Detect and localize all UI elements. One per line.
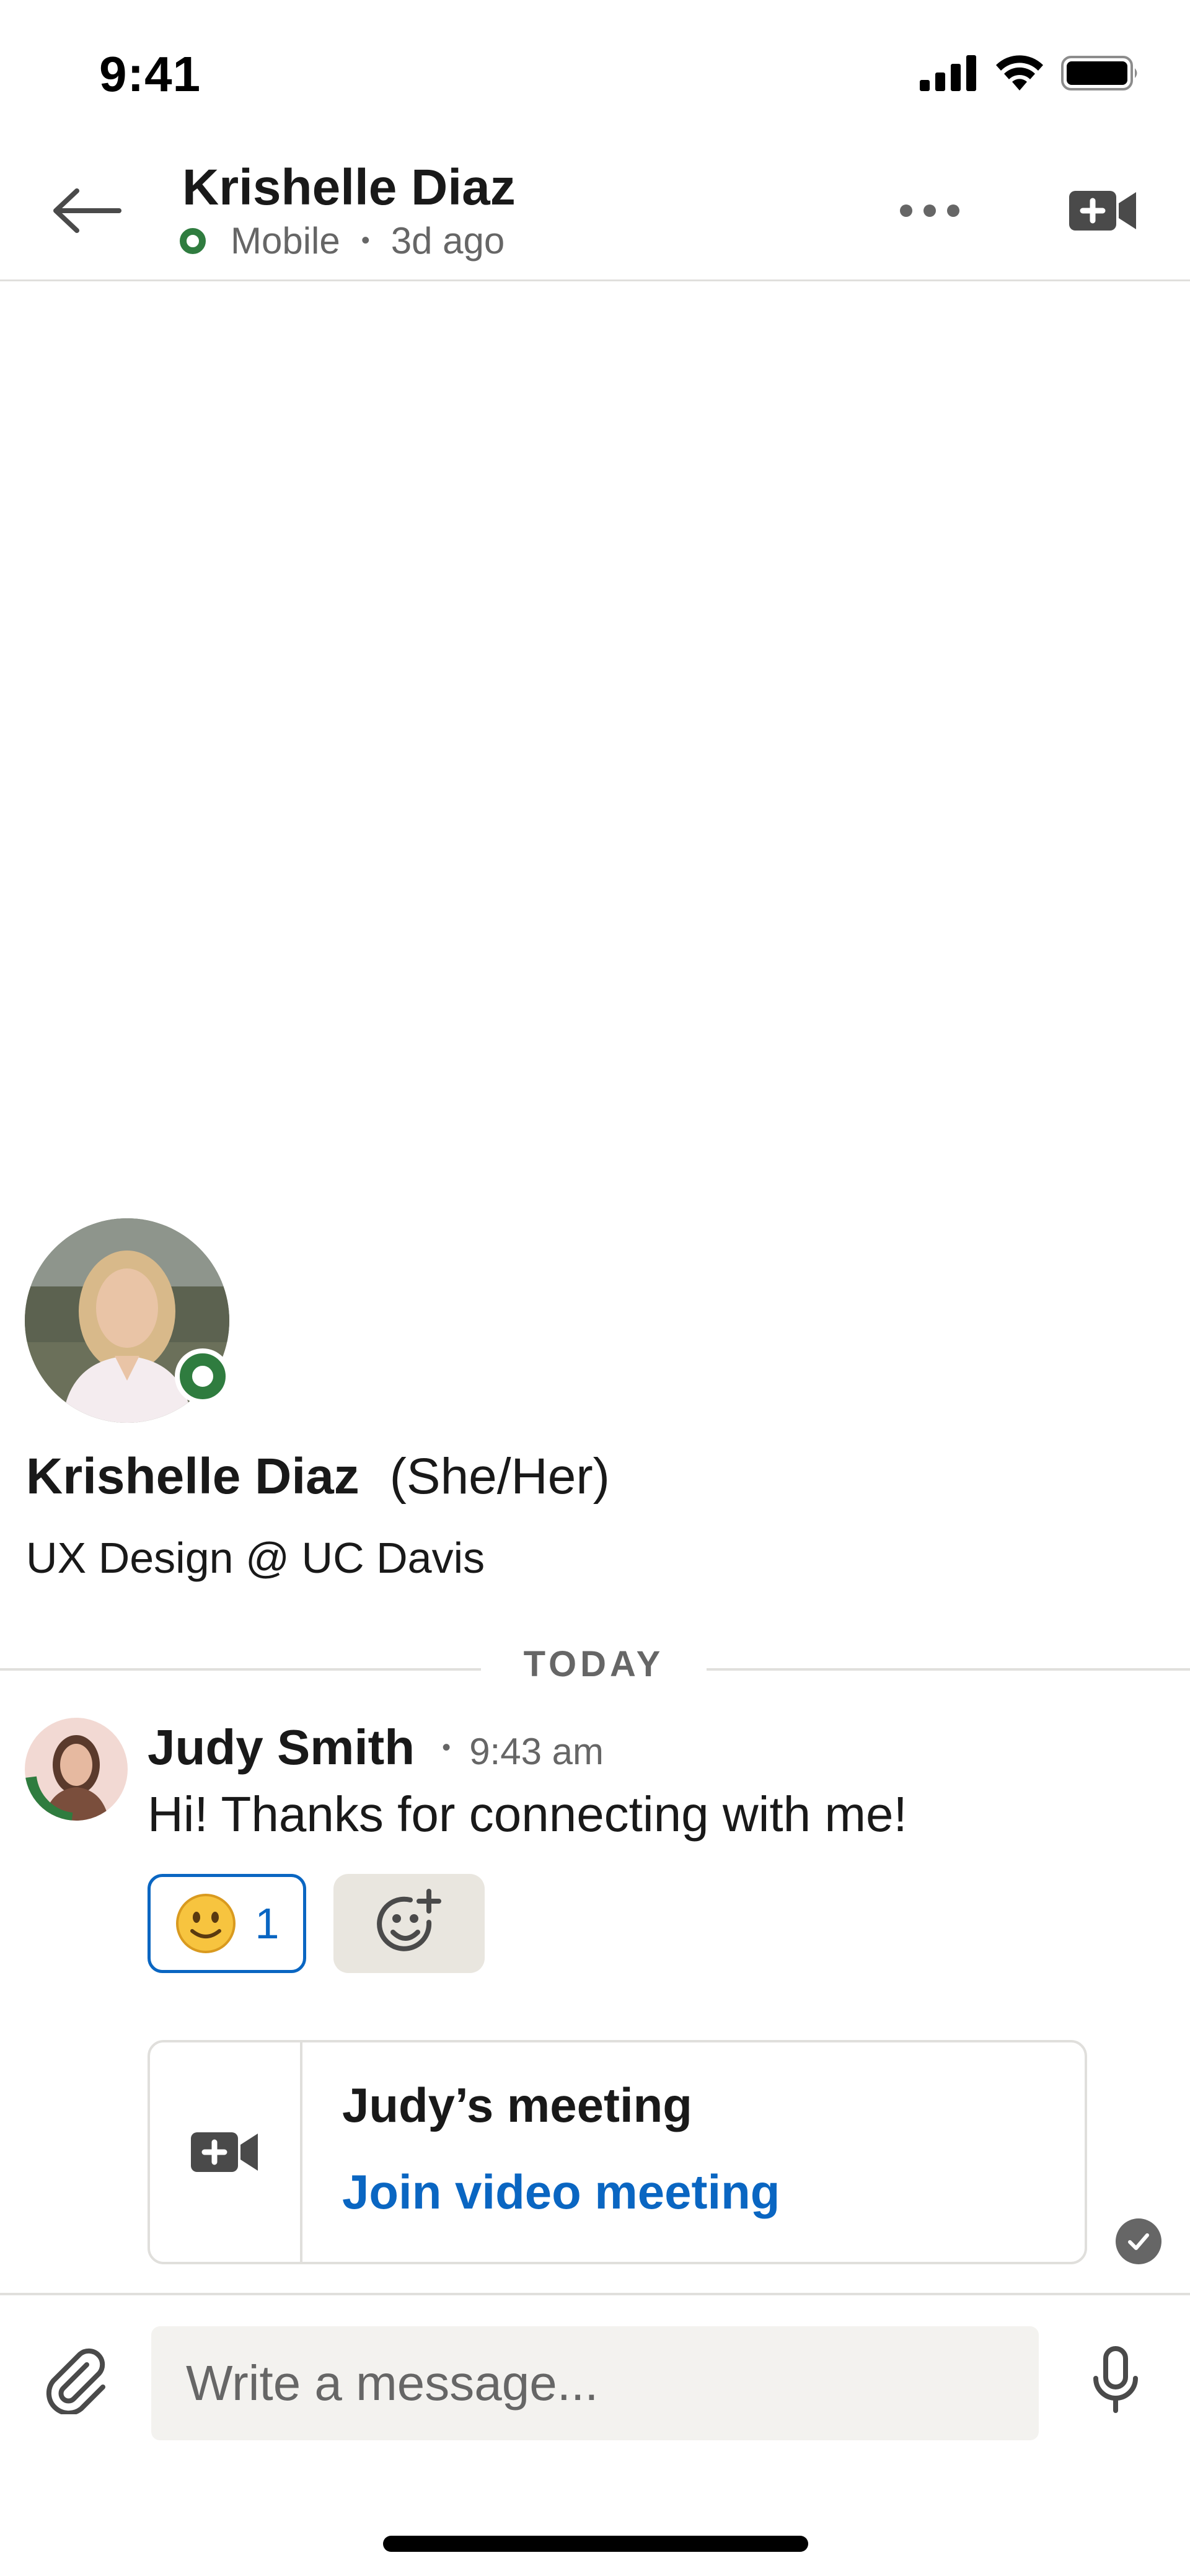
attach-button[interactable]: [37, 2340, 118, 2420]
online-status-badge: [175, 1348, 231, 1404]
slightly-smiling-emoji-icon: [175, 1894, 236, 1953]
sender-avatar[interactable]: [25, 1718, 128, 1821]
message-input[interactable]: [151, 2326, 1039, 2440]
online-status-icon: [180, 227, 206, 254]
status-bar: 9:41: [0, 0, 1190, 143]
presence-status: Mobile • 3d ago: [180, 219, 505, 262]
cellular-signal-icon: [920, 55, 976, 91]
meeting-icon-cell: [150, 2042, 302, 2262]
read-receipt-icon: [1116, 2218, 1161, 2264]
more-options-icon: [900, 204, 912, 217]
status-icons: [920, 55, 1140, 92]
message-sender[interactable]: Judy Smith: [148, 1719, 415, 1776]
divider-line: [0, 1668, 481, 1671]
video-call-icon: [191, 2132, 258, 2172]
message-composer: [0, 2293, 1190, 2576]
wifi-icon: [996, 55, 1043, 90]
presence-label: Mobile: [231, 220, 340, 262]
battery-icon: [1061, 56, 1137, 90]
voice-message-button[interactable]: [1078, 2340, 1153, 2420]
reaction-count: 1: [255, 1899, 280, 1948]
profile-name[interactable]: Krishelle Diaz: [26, 1448, 359, 1505]
header-contact-name[interactable]: Krishelle Diaz: [182, 159, 516, 217]
add-reaction-button[interactable]: [333, 1874, 485, 1973]
join-video-meeting-link[interactable]: Join video meeting: [342, 2164, 780, 2220]
date-divider: TODAY: [0, 1641, 1190, 1690]
conversation-header: Krishelle Diaz Mobile • 3d ago: [0, 143, 1190, 281]
video-call-button[interactable]: [1060, 174, 1147, 248]
arrow-left-icon: [53, 188, 121, 233]
add-reaction-icon: [377, 1889, 441, 1951]
more-options-button[interactable]: [886, 180, 973, 242]
separator-dot: •: [361, 227, 370, 254]
paperclip-icon: [46, 2348, 105, 2414]
online-status-icon: [180, 1353, 226, 1399]
message-header: Judy Smith • 9:43 am: [148, 1719, 604, 1776]
message-timestamp: 9:43 am: [469, 1731, 604, 1772]
profile-pronouns: (She/Her): [389, 1448, 610, 1505]
message-body: Hi! Thanks for connecting with me!: [148, 1787, 907, 1842]
separator-dot: •: [442, 1734, 451, 1761]
meeting-title: Judy’s meeting: [342, 2078, 692, 2132]
date-divider-label: TODAY: [523, 1644, 664, 1684]
video-meeting-card[interactable]: Judy’s meeting Join video meeting: [148, 2040, 1087, 2264]
video-call-icon: [1069, 191, 1136, 231]
last-seen: 3d ago: [390, 220, 505, 262]
home-indicator[interactable]: [383, 2536, 808, 2552]
profile-name-line: Krishelle Diaz (She/Her): [26, 1448, 610, 1506]
microphone-icon: [1093, 2346, 1138, 2413]
profile-headline: UX Design @ UC Davis: [26, 1534, 485, 1582]
reaction-pill[interactable]: 1: [148, 1874, 306, 1973]
status-time: 9:41: [99, 46, 201, 102]
back-button[interactable]: [43, 174, 130, 248]
profile-avatar-container[interactable]: [25, 1218, 231, 1423]
divider-line: [707, 1668, 1190, 1671]
